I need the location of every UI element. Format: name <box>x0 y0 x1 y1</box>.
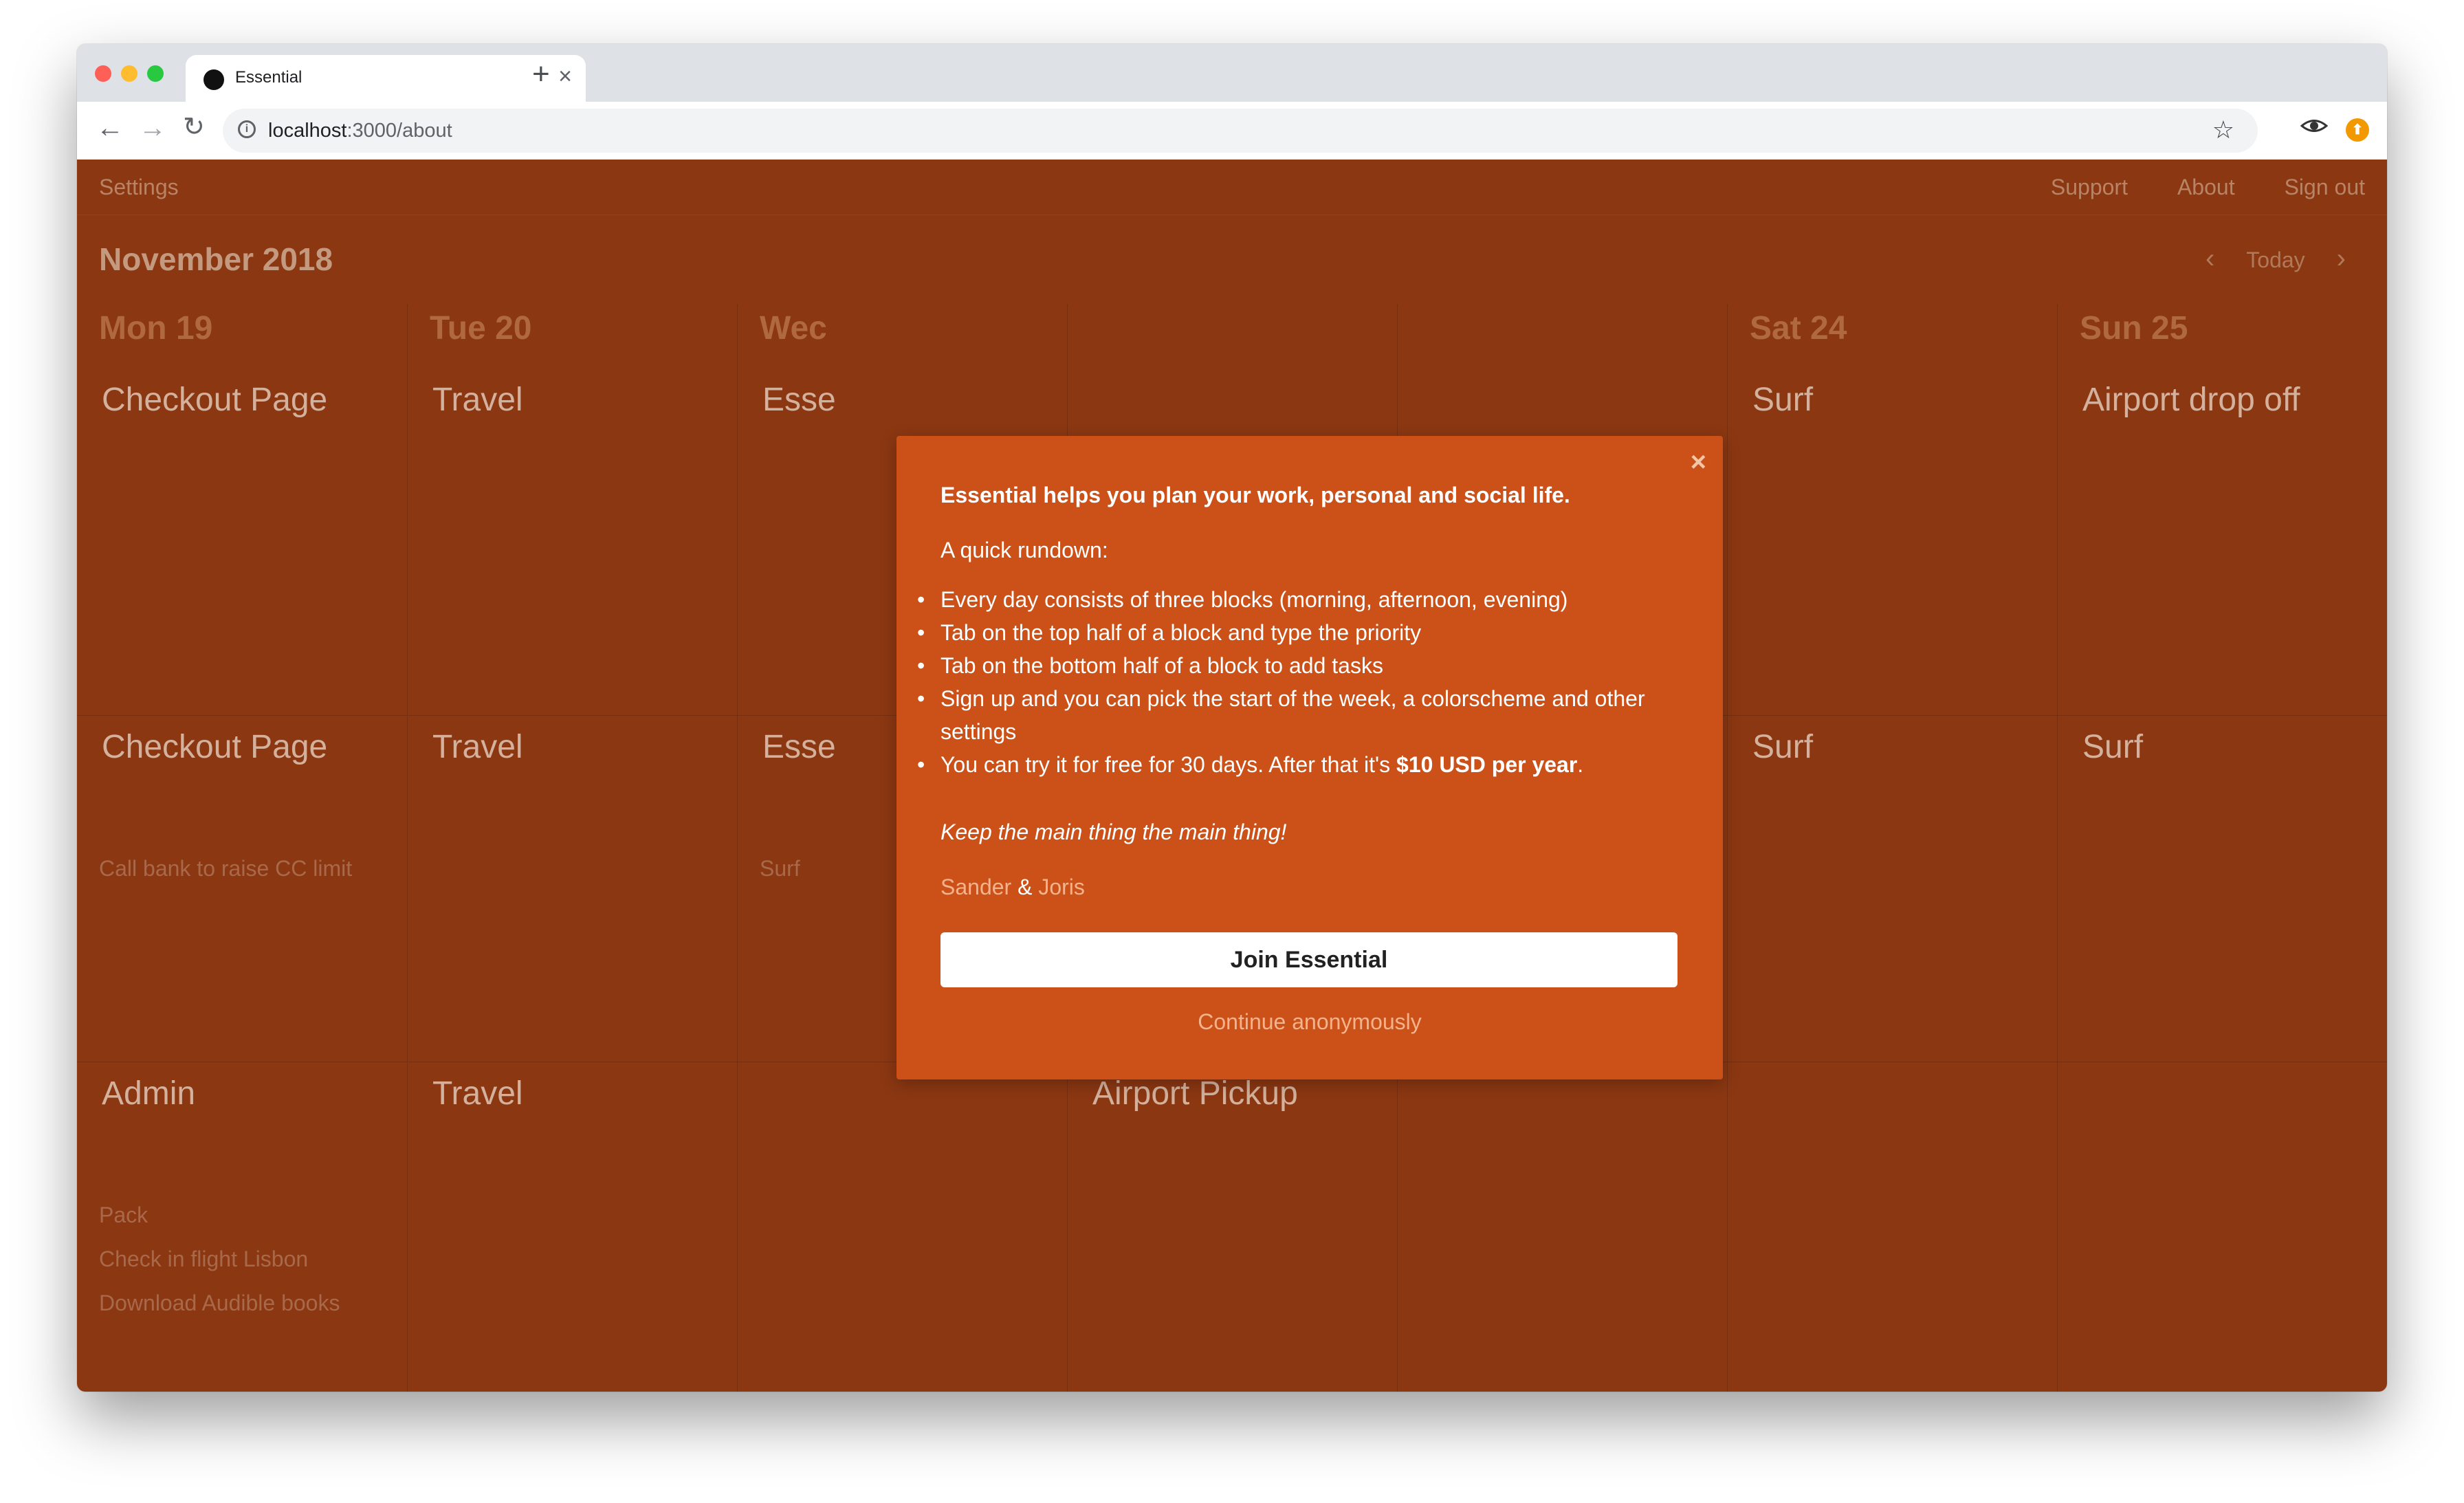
maximize-window-button[interactable] <box>147 65 164 82</box>
modal-intro: Essential helps you plan your work, pers… <box>940 483 1570 507</box>
support-link[interactable]: Support <box>2051 175 2128 199</box>
favicon-icon <box>204 69 224 90</box>
app-page: Settings Support About Sign out November 2… <box>77 160 2387 1392</box>
today-button[interactable]: Today <box>2246 248 2304 272</box>
browser-window: Essential × + ← → ↻ i localhost:3000/abo… <box>77 44 2387 1392</box>
block-priority[interactable]: Airport Pickup <box>1092 1075 1298 1112</box>
task-item[interactable]: Surf <box>760 846 800 890</box>
reload-icon[interactable]: ↻ <box>183 114 205 140</box>
browser-tab[interactable]: Essential × <box>186 55 586 102</box>
feature-item-pricing: You can try it for free for 30 days. Aft… <box>917 748 1676 781</box>
new-tab-button[interactable]: + <box>532 59 550 89</box>
day-block[interactable]: Checkout Page <box>77 369 407 715</box>
day-block[interactable] <box>738 1062 1068 1392</box>
feature-list: Every day consists of three blocks (morn… <box>917 583 1676 781</box>
about-link[interactable]: About <box>2177 175 2235 199</box>
day-block[interactable] <box>1398 1062 1728 1392</box>
close-icon[interactable]: × <box>1691 447 1706 478</box>
day-header: Tue 20 <box>430 310 532 347</box>
url-host: localhost <box>268 120 347 142</box>
day-column: Sun 25 Airport drop off Surf <box>2057 304 2387 1392</box>
minimize-window-button[interactable] <box>121 65 138 82</box>
close-window-button[interactable] <box>95 65 111 82</box>
feature-item: Tab on the top half of a block and type … <box>917 616 1676 649</box>
extension-badge-icon[interactable]: ⬆ <box>2346 118 2369 142</box>
day-block[interactable] <box>1728 1062 2058 1392</box>
extension-eye-icon[interactable] <box>2300 116 2329 142</box>
task-list: Surf <box>760 846 800 890</box>
trial-text: You can try it for free for 30 days. Aft… <box>940 752 1397 777</box>
block-priority[interactable]: Travel <box>432 1075 523 1112</box>
address-bar[interactable]: i localhost:3000/about ☆ <box>223 109 2258 153</box>
month-title: November 2018 <box>99 241 333 277</box>
browser-toolbar: ← → ↻ i localhost:3000/about ☆ ⬆ <box>77 102 2387 160</box>
day-header: Mon 19 <box>99 310 213 347</box>
block-priority[interactable]: Esse <box>762 381 836 419</box>
feature-item: Every day consists of three blocks (morn… <box>917 583 1676 616</box>
trial-end: . <box>1577 752 1584 777</box>
tab-title: Essential <box>235 68 302 87</box>
block-priority[interactable]: Surf <box>1752 728 1813 766</box>
motto-text: Keep the main thing the main thing! <box>940 820 1287 844</box>
url-path: :3000/about <box>346 120 452 142</box>
feature-item: Sign up and you can pick the start of th… <box>917 682 1676 748</box>
block-priority[interactable]: Airport drop off <box>2082 381 2300 419</box>
task-item[interactable]: Check in flight Lisbon <box>99 1237 340 1281</box>
task-list: Call bank to raise CC limit <box>99 846 352 890</box>
task-item[interactable]: Pack <box>99 1193 340 1237</box>
tab-close-icon[interactable]: × <box>558 65 572 88</box>
task-list: Pack Check in flight Lisbon Download Audib… <box>99 1193 340 1325</box>
forward-icon[interactable]: → <box>139 114 166 142</box>
day-block[interactable]: Travel <box>408 369 738 715</box>
bookmark-star-icon[interactable]: ☆ <box>2212 116 2234 144</box>
day-block[interactable]: Checkout Page Call bank to raise CC limit <box>77 715 407 1062</box>
back-icon[interactable]: ← <box>96 114 124 142</box>
url-text[interactable]: localhost:3000/about <box>268 120 452 142</box>
task-item[interactable]: Download Audible books <box>99 1281 340 1325</box>
trial-price: $10 USD per year <box>1396 752 1578 777</box>
block-priority[interactable]: Esse <box>762 728 836 766</box>
top-nav-right: Support About Sign out <box>2001 175 2365 200</box>
day-header: Sun 25 <box>2080 310 2188 347</box>
day-header: Sat 24 <box>1750 310 1847 347</box>
sign-out-link[interactable]: Sign out <box>2285 175 2365 199</box>
day-block[interactable]: Surf <box>2058 715 2387 1062</box>
join-essential-button[interactable]: Join Essential <box>940 932 1678 987</box>
block-priority[interactable]: Checkout Page <box>102 728 327 766</box>
signature: Sander & Joris <box>940 875 1085 900</box>
day-block[interactable]: Surf <box>1728 715 2058 1062</box>
block-priority[interactable]: Surf <box>1752 381 1813 419</box>
feature-item: Tab on the bottom half of a block to add… <box>917 649 1676 682</box>
info-icon[interactable]: i <box>238 120 256 138</box>
day-column: Tue 20 Travel Travel Travel <box>407 304 738 1392</box>
author-link-joris[interactable]: Joris <box>1038 875 1085 899</box>
day-block[interactable]: Travel <box>408 715 738 1062</box>
continue-anonymously-link[interactable]: Continue anonymously <box>896 1009 1723 1035</box>
ampersand: & <box>1011 875 1039 899</box>
task-item[interactable]: Call bank to raise CC limit <box>99 846 352 890</box>
next-week-icon[interactable]: › <box>2337 243 2346 274</box>
modal-rundown: A quick rundown: <box>940 538 1108 562</box>
welcome-modal: × Essential helps you plan your work, pe… <box>896 436 1723 1079</box>
day-block[interactable]: Travel <box>408 1062 738 1392</box>
block-priority[interactable]: Travel <box>432 381 523 419</box>
author-link-sander[interactable]: Sander <box>940 875 1011 899</box>
day-column: Mon 19 Checkout Page Checkout Page Call ban… <box>77 304 407 1392</box>
day-block[interactable]: Airport Pickup <box>1068 1062 1398 1392</box>
day-block[interactable]: Admin Pack Check in flight Lisbon Download … <box>77 1062 407 1392</box>
top-nav: Settings Support About Sign out <box>77 160 2387 215</box>
day-header: Wec <box>760 310 827 347</box>
block-priority[interactable]: Travel <box>432 728 523 766</box>
block-priority[interactable]: Checkout Page <box>102 381 327 419</box>
block-priority[interactable]: Admin <box>102 1075 195 1112</box>
tab-bar: Essential × + <box>77 44 2387 102</box>
day-column: Sat 24 Surf Surf <box>1727 304 2058 1392</box>
day-block[interactable]: Airport drop off <box>2058 369 2387 715</box>
week-navigation: ‹ Today › <box>2206 243 2346 274</box>
settings-link[interactable]: Settings <box>99 175 179 200</box>
prev-week-icon[interactable]: ‹ <box>2206 243 2214 274</box>
block-priority[interactable]: Surf <box>2082 728 2143 766</box>
day-block[interactable] <box>2058 1062 2387 1392</box>
day-block[interactable]: Surf <box>1728 369 2058 715</box>
